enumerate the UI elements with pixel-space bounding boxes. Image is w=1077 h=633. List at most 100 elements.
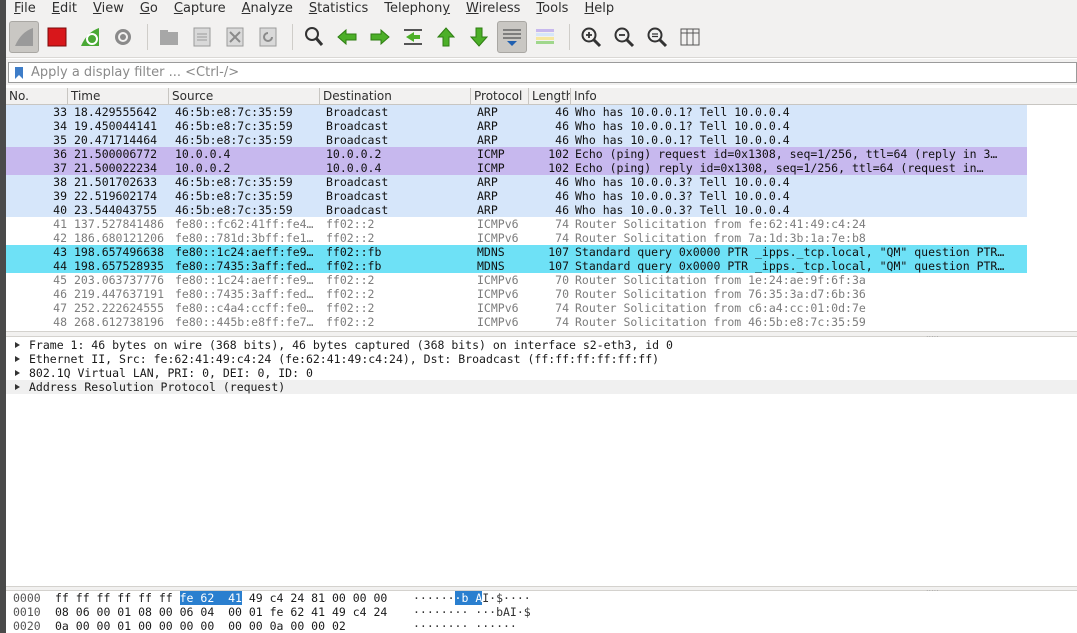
bytes-hex[interactable]: 08 06 00 01 08 00 06 04 00 01 fe 62 41 4… <box>55 605 413 619</box>
packet-row[interactable]: 41 137.527841486 fe80::fc62:41ff:fe4… ff02:… <box>6 217 1027 231</box>
detail-tree-label: Frame 1: 46 bytes on wire (368 bits), 46… <box>29 338 673 352</box>
start-capture-button[interactable] <box>9 21 39 53</box>
column-header-info[interactable]: Info <box>571 88 1027 104</box>
packet-row[interactable]: 42 186.680121206 fe80::781d:3bff:fe1… ff02:… <box>6 231 1027 245</box>
cell-destination: ff02::fb <box>326 245 382 259</box>
cell-no: 41 <box>53 217 67 231</box>
cell-time: 21.500006772 <box>74 147 158 161</box>
display-filter-input[interactable] <box>29 63 1076 82</box>
bytes-hex[interactable]: 0a 00 00 01 00 00 00 00 00 00 0a 00 00 0… <box>55 619 413 633</box>
go-to-packet-button[interactable] <box>398 21 428 53</box>
detail-tree-item[interactable]: 802.1Q Virtual LAN, PRI: 0, DEI: 0, ID: … <box>6 366 1077 380</box>
cell-time: 18.429555642 <box>74 105 158 119</box>
open-file-button[interactable] <box>154 21 184 53</box>
menu-item[interactable]: Edit <box>52 0 77 17</box>
expand-arrow-icon[interactable] <box>6 355 29 363</box>
column-header-destination[interactable]: Destination <box>320 88 471 104</box>
capture-options-button[interactable] <box>108 21 138 53</box>
detail-tree-item[interactable]: Address Resolution Protocol (request) <box>6 380 1077 394</box>
bytes-hex[interactable]: ff ff ff ff ff ff fe 62 41 49 c4 24 81 0… <box>55 591 413 605</box>
cell-destination: Broadcast <box>326 189 389 203</box>
go-forward-button[interactable] <box>365 21 395 53</box>
first-packet-button[interactable] <box>431 21 461 53</box>
menu-item[interactable]: Capture <box>174 0 226 17</box>
packet-row[interactable]: 46 219.447637191 fe80::7435:3aff:fed… ff02:… <box>6 287 1027 301</box>
menu-item[interactable]: Help <box>584 0 614 17</box>
menu-item[interactable]: Wireless <box>466 0 520 17</box>
cell-protocol: ICMPv6 <box>477 273 519 287</box>
packet-row[interactable]: 44 198.657528935 fe80::7435:3aff:fed… ff02:… <box>6 259 1027 273</box>
packet-row[interactable]: 36 21.500006772 10.0.0.4 10.0.0.2 ICMP 102 Ech… <box>6 147 1027 161</box>
packet-row[interactable]: 33 18.429555642 46:5b:e8:7c:35:59 Broadcast… <box>6 105 1027 119</box>
expand-arrow-icon[interactable] <box>6 341 29 349</box>
packet-row[interactable]: 35 20.471714464 46:5b:e8:7c:35:59 Broadcast… <box>6 133 1027 147</box>
packet-rows: 33 18.429555642 46:5b:e8:7c:35:59 Broadcast… <box>6 105 1027 329</box>
display-filter-box <box>8 62 1077 83</box>
folder-icon <box>160 30 178 45</box>
menu-label-suffix: nalyze <box>250 1 293 16</box>
cell-time: 198.657528935 <box>74 259 165 273</box>
save-file-button[interactable] <box>187 21 217 53</box>
cell-info: Who has 10.0.0.3? Tell 10.0.0.4 <box>575 203 790 217</box>
packet-row[interactable]: 47 252.222624555 fe80::c4a4:ccff:fe0… ff02:… <box>6 301 1027 315</box>
cell-destination: ff02::2 <box>326 315 375 329</box>
stop-capture-button[interactable] <box>42 21 72 53</box>
pane-splitter[interactable]: ..... <box>6 331 1077 339</box>
packet-row[interactable]: 39 22.519602174 46:5b:e8:7c:35:59 Broadcast… <box>6 189 1027 203</box>
last-packet-button[interactable] <box>464 21 494 53</box>
filter-bookmark-button[interactable] <box>9 63 29 82</box>
menu-item[interactable]: Statistics <box>309 0 368 17</box>
zoom-in-button[interactable] <box>576 21 606 53</box>
packet-row[interactable]: 48 268.612738196 fe80::445b:e8ff:fe7… ff02:… <box>6 315 1027 329</box>
cell-source: fe80::445b:e8ff:fe7… <box>175 315 314 329</box>
packet-row[interactable]: 38 21.501702633 46:5b:e8:7c:35:59 Broadcast… <box>6 175 1027 189</box>
column-header-time[interactable]: Time <box>68 88 169 104</box>
packet-row[interactable]: 45 203.063737776 fe80::1c24:aeff:fe9… ff02:… <box>6 273 1027 287</box>
menu-item[interactable]: Go <box>140 0 158 17</box>
cell-protocol: ICMPv6 <box>477 217 519 231</box>
bytes-ascii[interactable]: ········ ······ <box>413 619 613 633</box>
auto-scroll-button[interactable] <box>497 21 527 53</box>
resize-columns-button[interactable] <box>675 21 705 53</box>
column-header-protocol[interactable]: Protocol <box>471 88 529 104</box>
cell-no: 46 <box>53 287 67 301</box>
cell-source: 46:5b:e8:7c:35:59 <box>175 133 293 147</box>
close-file-button[interactable] <box>220 21 250 53</box>
menu-item[interactable]: Analyze <box>242 0 293 17</box>
cell-source: 10.0.0.4 <box>175 147 231 161</box>
normal-size-button[interactable] <box>642 21 672 53</box>
bytes-ascii[interactable]: ·······b AI·$···· <box>413 591 613 605</box>
reload-file-button[interactable] <box>253 21 283 53</box>
cell-no: 34 <box>53 119 67 133</box>
packet-row[interactable]: 40 23.544043755 46:5b:e8:7c:35:59 Broadcast… <box>6 203 1027 217</box>
packet-row[interactable]: 37 21.500022234 10.0.0.2 10.0.0.4 ICMP 102 Ech… <box>6 161 1027 175</box>
cell-no: 37 <box>53 161 67 175</box>
go-back-button[interactable] <box>332 21 362 53</box>
detail-tree-item[interactable]: Ethernet II, Src: fe:62:41:49:c4:24 (fe:… <box>6 352 1077 366</box>
cell-length: 70 <box>555 273 569 287</box>
column-header-source[interactable]: Source <box>169 88 320 104</box>
bytes-ascii[interactable]: ········ ···bAI·$ <box>413 605 613 619</box>
menu-item[interactable]: File <box>14 0 36 17</box>
cell-destination: Broadcast <box>326 175 389 189</box>
expand-arrow-icon[interactable] <box>6 383 29 391</box>
restart-capture-button[interactable] <box>75 21 105 53</box>
packet-row[interactable]: 34 19.450044141 46:5b:e8:7c:35:59 Broadcast… <box>6 119 1027 133</box>
menu-item[interactable]: Tools <box>536 0 568 17</box>
cell-time: 198.657496638 <box>74 245 165 259</box>
menu-item[interactable]: View <box>93 0 124 17</box>
menu-item[interactable]: Telephony <box>384 0 450 17</box>
bytes-offset: 0010 <box>13 605 41 619</box>
menu-label-prefix: Telephon <box>384 1 443 16</box>
find-packet-button[interactable] <box>299 21 329 53</box>
expand-arrow-icon[interactable] <box>6 369 29 377</box>
cell-source: 46:5b:e8:7c:35:59 <box>175 175 293 189</box>
column-header-length[interactable]: Length <box>529 88 571 104</box>
cell-length: 74 <box>555 231 569 245</box>
zoom-out-button[interactable] <box>609 21 639 53</box>
cell-length: 74 <box>555 217 569 231</box>
detail-tree-item[interactable]: Frame 1: 46 bytes on wire (368 bits), 46… <box>6 338 1077 352</box>
packet-row[interactable]: 43 198.657496638 fe80::1c24:aeff:fe9… ff02:… <box>6 245 1027 259</box>
colorize-button[interactable] <box>530 21 560 53</box>
column-header-no[interactable]: No. <box>6 88 68 104</box>
